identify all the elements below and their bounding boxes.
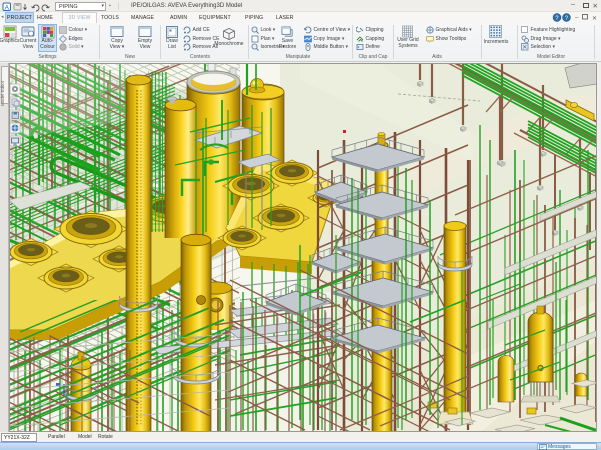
svg-text:Model Editor: Model Editor xyxy=(0,80,5,106)
svg-text:–: – xyxy=(575,16,579,22)
svg-text:A: A xyxy=(5,4,10,11)
svg-text:✕: ✕ xyxy=(592,16,597,22)
